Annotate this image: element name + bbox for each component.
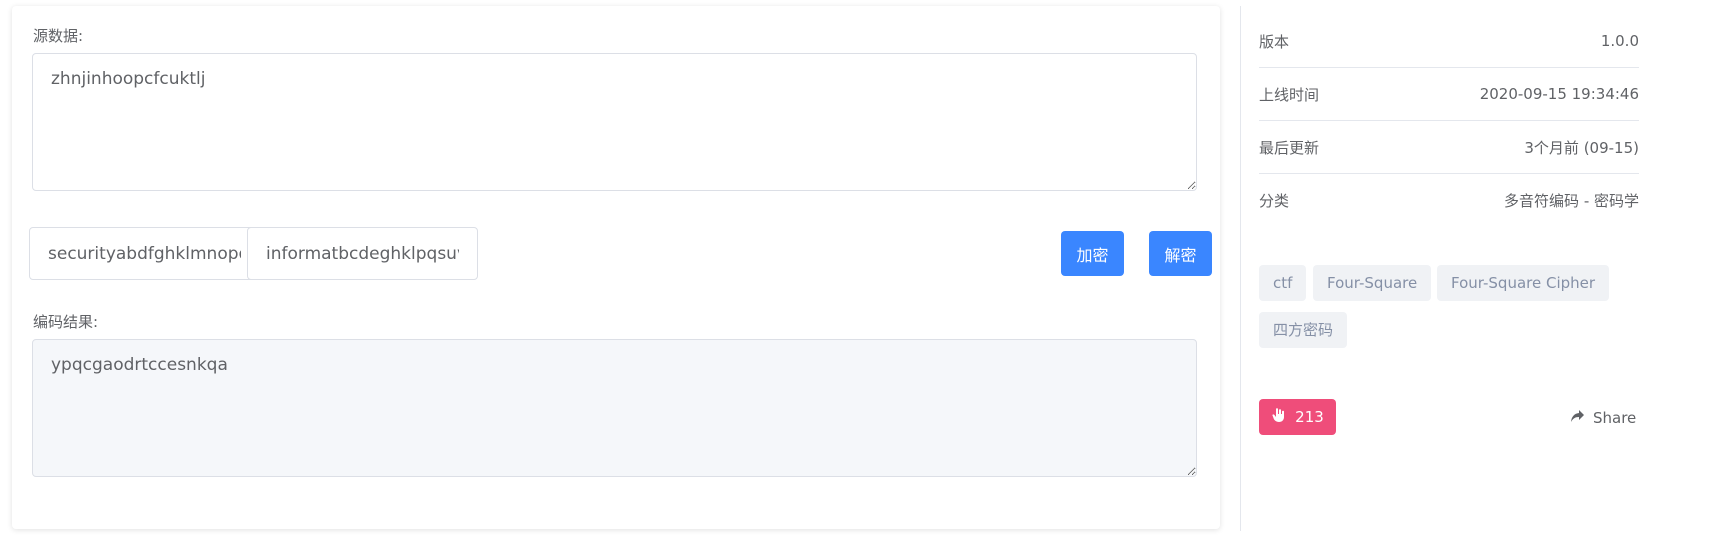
info-key: 最后更新 [1259,138,1320,157]
tag-ctf[interactable]: ctf [1259,265,1307,301]
info-key: 分类 [1259,192,1290,210]
tag-four-square-cipher[interactable]: Four-Square Cipher [1437,265,1610,301]
decrypt-button[interactable]: 解密 [1149,231,1212,276]
info-value[interactable]: 多音符编码 - 密码学 [1504,190,1639,211]
key2-input[interactable] [247,227,478,280]
hand-like-icon [1271,407,1287,427]
tag-four-square[interactable]: Four-Square [1313,265,1432,301]
share-arrow-icon [1570,409,1585,427]
share-button[interactable]: Share [1570,407,1636,429]
vertical-divider [1240,6,1241,531]
info-value: 1.0.0 [1600,32,1639,50]
source-label: 源数据: [33,27,84,45]
info-value: 3个月前 (09-15) [1524,138,1639,157]
share-label: Share [1593,409,1637,427]
result-textarea[interactable]: ypqcgaodrtccesnkqa [32,339,1197,477]
like-count: 213 [1295,408,1324,426]
result-label: 编码结果: [33,313,99,331]
source-textarea[interactable]: zhnjinhoopcfcuktlj [32,53,1197,191]
info-row-version: 版本 1.0.0 [1259,15,1639,68]
info-key: 上线时间 [1259,85,1320,104]
info-row-online-time: 上线时间 2020-09-15 19:34:46 [1259,68,1639,121]
encrypt-button[interactable]: 加密 [1061,231,1124,276]
info-key: 版本 [1259,32,1290,51]
tag-four-square-chinese[interactable]: 四方密码 [1259,312,1348,348]
page: 源数据: zhnjinhoopcfcuktlj 加密 解密 编码结果: ypqc… [0,0,1727,546]
info-row-category: 分类 多音符编码 - 密码学 [1259,174,1639,227]
info-row-last-update: 最后更新 3个月前 (09-15) [1259,121,1639,174]
info-value: 2020-09-15 19:34:46 [1479,85,1639,103]
like-button[interactable]: 213 [1259,399,1336,435]
tool-card: 源数据: zhnjinhoopcfcuktlj 加密 解密 编码结果: ypqc… [12,6,1220,529]
key1-input[interactable] [29,227,260,280]
